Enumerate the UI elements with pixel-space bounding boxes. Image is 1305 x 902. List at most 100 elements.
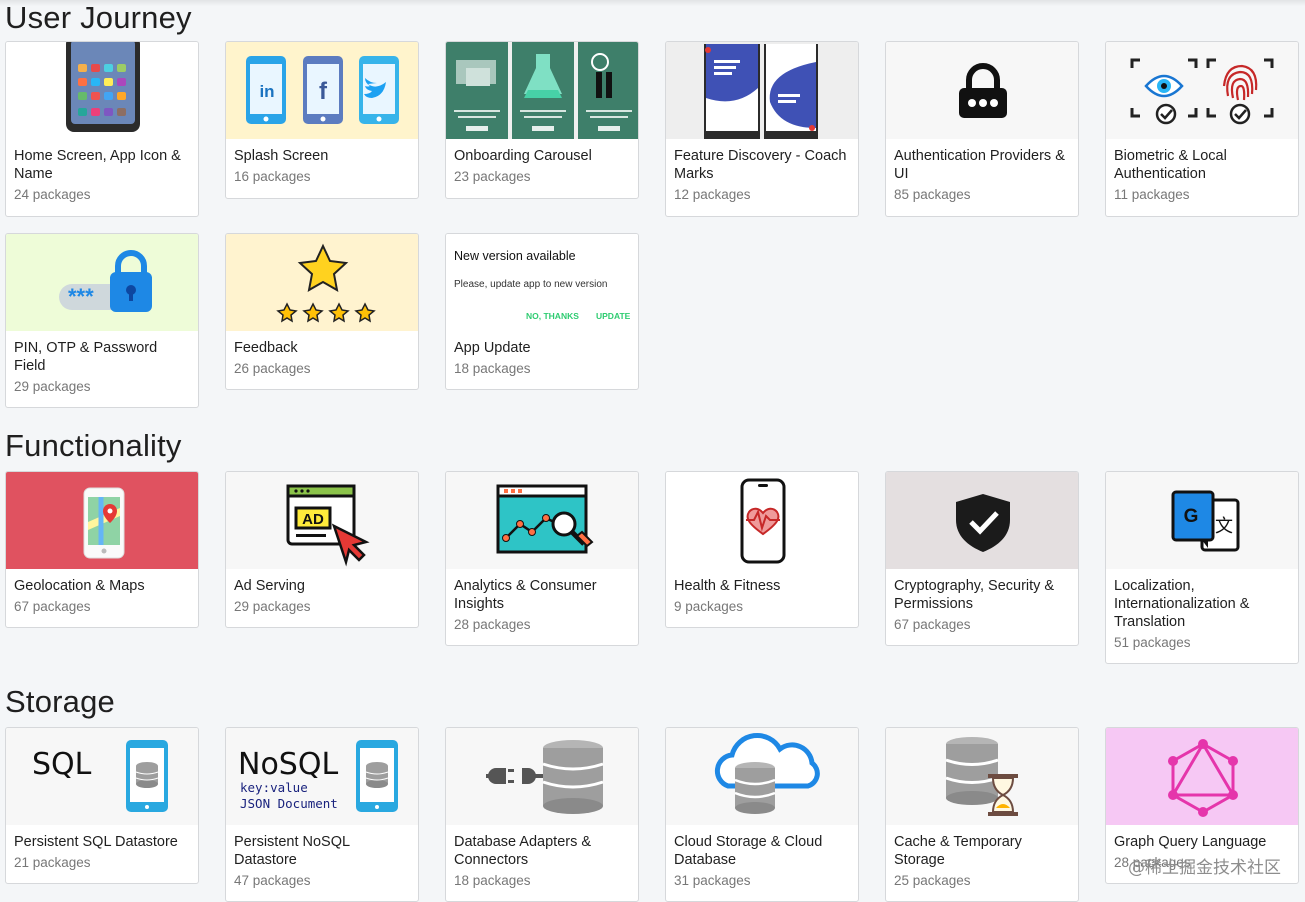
card-thumbnail (6, 42, 198, 139)
section-title-functionality: Functionality (5, 428, 182, 463)
category-card-analytics[interactable]: Analytics & Consumer Insights 28 package… (445, 471, 639, 646)
onboarding-screens-icon (446, 42, 638, 139)
phone-home-screen-icon (6, 42, 198, 139)
category-card-coach-marks[interactable]: Feature Discovery - Coach Marks 12 packa… (665, 41, 859, 217)
card-title: Cryptography, Security & Permissions (894, 578, 1055, 612)
category-card-cloud[interactable]: Cloud Storage & Cloud Database 31 packag… (665, 727, 859, 902)
card-title: App Update (454, 340, 531, 356)
card-thumbnail (446, 42, 638, 139)
category-card-security[interactable]: Cryptography, Security & Permissions 67 … (885, 471, 1079, 646)
card-package-count: 18 packages (454, 873, 531, 888)
update-dialog-body: Please, update app to new version (454, 279, 607, 290)
lock-icon (886, 42, 1078, 139)
card-title: Onboarding Carousel (454, 148, 592, 164)
card-thumbnail (666, 42, 858, 139)
card-package-count: 47 packages (234, 873, 311, 888)
card-title: Ad Serving (234, 578, 305, 594)
card-thumbnail: G 文 (1106, 472, 1298, 569)
card-package-count: 29 packages (234, 599, 311, 614)
shield-check-icon (886, 472, 1078, 569)
card-title: Splash Screen (234, 148, 329, 164)
card-package-count: 23 packages (454, 169, 531, 184)
card-title: Localization, Internationalization & Tra… (1114, 578, 1250, 630)
category-card-app-update[interactable]: New version available Please, update app… (445, 233, 639, 390)
category-card-health[interactable]: Health & Fitness 9 packages (665, 471, 859, 628)
section-title-storage: Storage (5, 684, 115, 719)
translate-source-glyph: G (1184, 506, 1199, 527)
password-lock-icon: *** (6, 234, 198, 331)
watermark: @稀土掘金技术社区 (1128, 858, 1281, 878)
social-phones-icon: in f (226, 42, 418, 139)
card-title: Authentication Providers & UI (894, 148, 1065, 182)
card-thumbnail: AD (226, 472, 418, 569)
card-thumbnail (446, 472, 638, 569)
card-package-count: 24 packages (14, 187, 91, 202)
update-dialog-preview: New version available Please, update app… (446, 234, 638, 331)
card-package-count: 67 packages (894, 617, 971, 632)
database-plug-icon (446, 728, 638, 825)
card-package-count: 21 packages (14, 855, 91, 870)
category-card-geolocation[interactable]: Geolocation & Maps 67 packages (5, 471, 199, 628)
translate-target-glyph: 文 (1215, 516, 1233, 537)
category-card-feedback[interactable]: Feedback 26 packages (225, 233, 419, 390)
ad-label: AD (302, 511, 324, 528)
translate-icon: G 文 (1106, 472, 1298, 569)
card-package-count: 51 packages (1114, 635, 1191, 650)
nosql-kv-label: key:value (240, 780, 308, 795)
nosql-database-icon: NoSQL key:value JSON Document (226, 728, 418, 825)
card-thumbnail (446, 728, 638, 825)
category-card-nosql[interactable]: NoSQL key:value JSON Document Persistent… (225, 727, 419, 902)
category-card-localization[interactable]: G 文 Localization, Internationalization &… (1105, 471, 1299, 664)
category-card-biometric[interactable]: Biometric & Local Authentication 11 pack… (1105, 41, 1299, 217)
nosql-label: NoSQL (238, 747, 338, 782)
nosql-doc-label: JSON Document (240, 796, 338, 811)
graphql-icon (1106, 728, 1298, 825)
update-dialog-dismiss: NO, THANKS (526, 311, 579, 321)
card-title: Graph Query Language (1114, 834, 1267, 850)
card-thumbnail: New version available Please, update app… (446, 234, 638, 331)
card-title: Cache & Temporary Storage (894, 834, 1022, 868)
card-package-count: 11 packages (1114, 187, 1190, 202)
card-package-count: 29 packages (14, 379, 91, 394)
facebook-icon: f (319, 78, 328, 105)
ad-click-icon: AD (226, 472, 418, 569)
card-title: Home Screen, App Icon & Name (14, 148, 181, 182)
card-title: Persistent NoSQL Datastore (234, 834, 350, 868)
sql-label: SQL (32, 747, 92, 782)
card-thumbnail (666, 728, 858, 825)
card-thumbnail (886, 728, 1078, 825)
card-thumbnail: SQL (6, 728, 198, 825)
category-card-splash-screen[interactable]: in f Splash Screen 16 packages (225, 41, 419, 199)
map-phone-icon (6, 472, 198, 569)
category-card-authentication[interactable]: Authentication Providers & UI 85 package… (885, 41, 1079, 217)
card-thumbnail: in f (226, 42, 418, 139)
card-title: Persistent SQL Datastore (14, 834, 178, 850)
card-thumbnail (1106, 42, 1298, 139)
category-card-sql[interactable]: SQL Persistent SQL Datastore 21 packages (5, 727, 199, 884)
category-card-onboarding[interactable]: Onboarding Carousel 23 packages (445, 41, 639, 199)
sql-database-icon: SQL (6, 728, 198, 825)
card-thumbnail (1106, 728, 1298, 825)
card-title: Feature Discovery - Coach Marks (674, 148, 847, 182)
card-title: Cloud Storage & Cloud Database (674, 834, 823, 868)
card-thumbnail: *** (6, 234, 198, 331)
category-card-home-screen[interactable]: Home Screen, App Icon & Name 24 packages (5, 41, 199, 217)
card-title: PIN, OTP & Password Field (14, 340, 158, 374)
card-thumbnail: NoSQL key:value JSON Document (226, 728, 418, 825)
update-dialog-confirm: UPDATE (596, 311, 631, 321)
category-card-ad-serving[interactable]: AD Ad Serving 29 packages (225, 471, 419, 628)
top-shadow (0, 0, 1305, 6)
card-title: Feedback (234, 340, 298, 356)
cloud-database-icon (666, 728, 858, 825)
category-card-cache[interactable]: Cache & Temporary Storage 25 packages (885, 727, 1079, 902)
card-package-count: 12 packages (674, 187, 751, 202)
cache-hourglass-icon (886, 728, 1078, 825)
heart-phone-icon (666, 472, 858, 569)
category-card-db-adapters[interactable]: Database Adapters & Connectors 18 packag… (445, 727, 639, 902)
card-package-count: 28 packages (454, 617, 531, 632)
star-rating-icon (226, 234, 418, 331)
coach-marks-icon (666, 42, 858, 139)
card-package-count: 85 packages (894, 187, 971, 202)
category-card-pin-otp[interactable]: *** PIN, OTP & Password Field 29 package… (5, 233, 199, 408)
card-thumbnail (666, 472, 858, 569)
